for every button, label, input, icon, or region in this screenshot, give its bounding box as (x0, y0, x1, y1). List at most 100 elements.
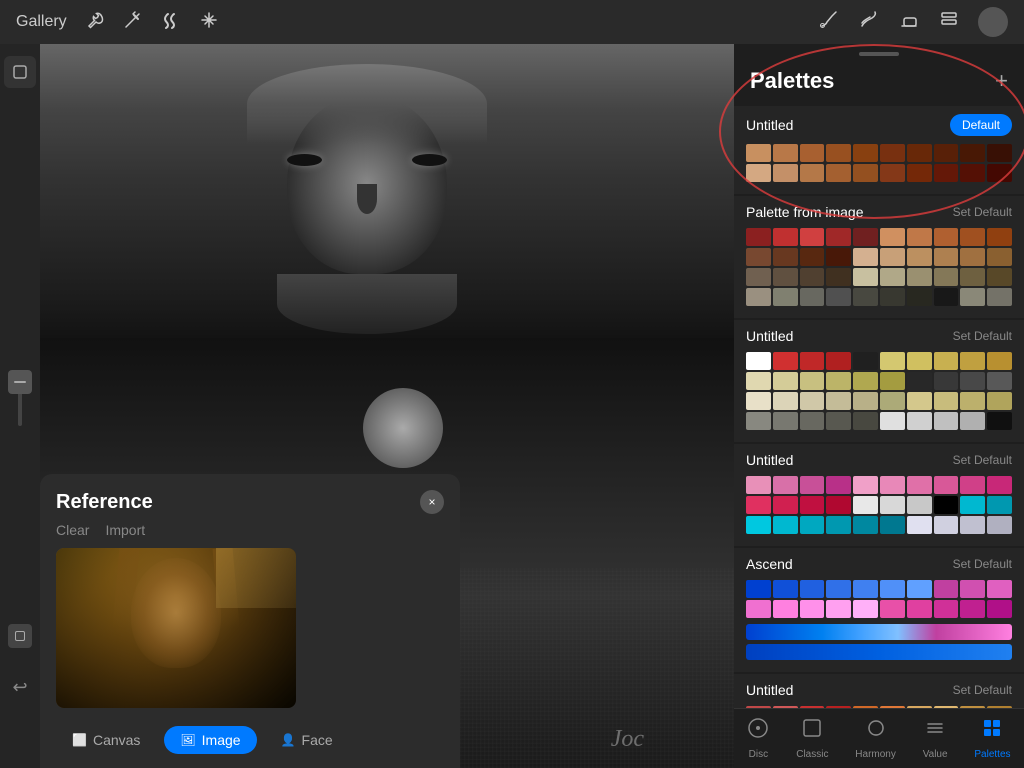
color-swatch[interactable] (773, 144, 798, 162)
color-swatch[interactable] (826, 412, 851, 430)
default-button[interactable]: Default (950, 114, 1012, 136)
set-default-5[interactable]: Set Default (953, 683, 1012, 697)
canvas-tab[interactable]: ⬜ Canvas (56, 726, 156, 754)
color-swatch[interactable] (960, 476, 985, 494)
color-swatch[interactable] (907, 516, 932, 534)
magic-wand-icon[interactable] (123, 10, 143, 35)
color-swatch[interactable] (826, 516, 851, 534)
color-swatch[interactable] (826, 600, 851, 618)
gallery-button[interactable]: Gallery (16, 13, 67, 31)
color-swatch[interactable] (880, 392, 905, 410)
color-swatch[interactable] (934, 288, 959, 306)
color-swatch[interactable] (934, 580, 959, 598)
color-swatch[interactable] (907, 288, 932, 306)
color-swatch[interactable] (934, 164, 959, 182)
color-swatch[interactable] (773, 248, 798, 266)
color-swatch[interactable] (987, 352, 1012, 370)
color-swatch[interactable] (880, 476, 905, 494)
color-swatch[interactable] (773, 228, 798, 246)
color-swatch[interactable] (960, 268, 985, 286)
color-swatch[interactable] (907, 412, 932, 430)
color-swatch[interactable] (853, 268, 878, 286)
color-swatch[interactable] (907, 248, 932, 266)
color-swatch[interactable] (987, 476, 1012, 494)
color-swatch[interactable] (800, 164, 825, 182)
color-swatch[interactable] (987, 268, 1012, 286)
color-swatch[interactable] (746, 248, 771, 266)
color-swatch[interactable] (907, 476, 932, 494)
color-swatch[interactable] (800, 600, 825, 618)
color-swatch[interactable] (800, 476, 825, 494)
color-swatch[interactable] (746, 412, 771, 430)
color-swatch[interactable] (987, 392, 1012, 410)
color-swatch[interactable] (853, 412, 878, 430)
color-swatch[interactable] (826, 392, 851, 410)
color-swatch[interactable] (746, 268, 771, 286)
palettes-tool[interactable]: Palettes (974, 717, 1010, 760)
color-swatch[interactable] (907, 580, 932, 598)
drag-handle[interactable] (859, 52, 899, 56)
color-swatch[interactable] (880, 164, 905, 182)
color-swatch[interactable] (987, 228, 1012, 246)
color-swatch[interactable] (773, 412, 798, 430)
color-swatch[interactable] (960, 516, 985, 534)
color-swatch[interactable] (746, 288, 771, 306)
color-swatch[interactable] (880, 600, 905, 618)
color-swatch[interactable] (960, 372, 985, 390)
color-swatch[interactable] (853, 352, 878, 370)
color-swatch[interactable] (746, 144, 771, 162)
color-swatch[interactable] (826, 476, 851, 494)
color-swatch[interactable] (800, 516, 825, 534)
color-swatch[interactable] (746, 164, 771, 182)
harmony-tool[interactable]: Harmony (855, 717, 896, 760)
color-swatch[interactable] (960, 228, 985, 246)
color-swatch[interactable] (800, 372, 825, 390)
color-swatch[interactable] (934, 372, 959, 390)
brush-icon[interactable] (818, 8, 840, 36)
slider-control[interactable] (8, 370, 32, 394)
color-swatch[interactable] (987, 600, 1012, 618)
color-swatch[interactable] (960, 392, 985, 410)
color-swatch[interactable] (880, 352, 905, 370)
color-swatch[interactable] (880, 248, 905, 266)
color-swatch[interactable] (987, 496, 1012, 514)
color-swatch[interactable] (934, 268, 959, 286)
color-swatch[interactable] (987, 372, 1012, 390)
color-swatch[interactable] (746, 352, 771, 370)
image-tab[interactable]: 🖼 Image (164, 726, 256, 754)
clear-button[interactable]: Clear (56, 522, 89, 538)
color-swatch[interactable] (907, 268, 932, 286)
color-swatch[interactable] (960, 164, 985, 182)
reference-close-button[interactable]: × (420, 490, 444, 514)
color-swatch[interactable] (934, 228, 959, 246)
color-swatch[interactable] (773, 164, 798, 182)
transform-icon[interactable] (199, 10, 219, 35)
color-swatch[interactable] (960, 352, 985, 370)
color-swatch[interactable] (853, 516, 878, 534)
color-swatch[interactable] (960, 496, 985, 514)
color-swatch[interactable] (853, 288, 878, 306)
modifier-button[interactable] (8, 624, 32, 648)
color-swatch[interactable] (907, 352, 932, 370)
color-swatch[interactable] (934, 144, 959, 162)
color-swatch[interactable] (853, 372, 878, 390)
color-swatch[interactable] (987, 248, 1012, 266)
color-swatch[interactable] (773, 476, 798, 494)
color-swatch[interactable] (826, 164, 851, 182)
color-swatch[interactable] (987, 144, 1012, 162)
color-swatch[interactable] (880, 496, 905, 514)
color-swatch[interactable] (880, 372, 905, 390)
color-swatch[interactable] (773, 580, 798, 598)
color-swatch[interactable] (853, 248, 878, 266)
color-swatch[interactable] (880, 580, 905, 598)
color-swatch[interactable] (826, 228, 851, 246)
import-button[interactable]: Import (105, 522, 145, 538)
color-swatch[interactable] (746, 496, 771, 514)
eraser-icon[interactable] (898, 8, 920, 36)
color-swatch[interactable] (907, 164, 932, 182)
color-swatch[interactable] (773, 288, 798, 306)
color-swatch[interactable] (907, 496, 932, 514)
color-swatch[interactable] (907, 392, 932, 410)
color-swatch[interactable] (987, 516, 1012, 534)
color-swatch[interactable] (800, 144, 825, 162)
